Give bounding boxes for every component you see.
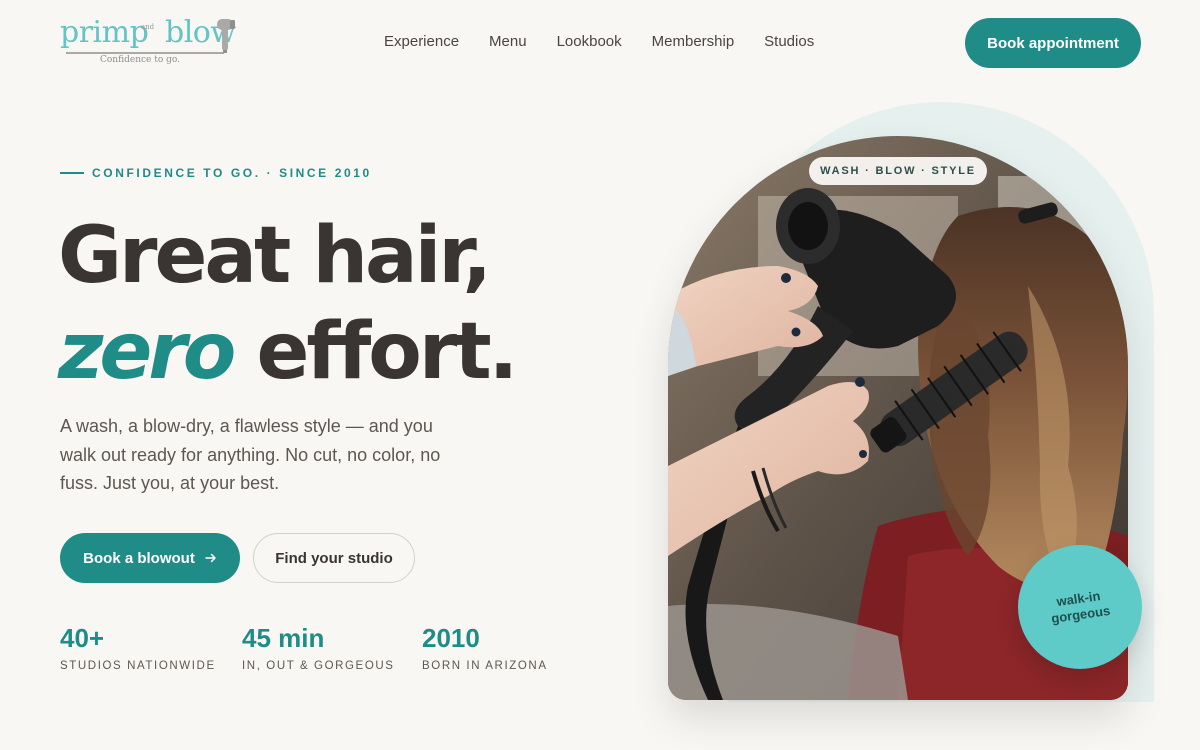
stat-label: BORN IN ARIZONA [422,660,548,672]
main-nav: Experience Menu Lookbook Membership Stud… [384,32,814,52]
nav-membership[interactable]: Membership [652,32,735,52]
eyebrow-text: CONFIDENCE TO GO. · SINCE 2010 [92,166,372,180]
image-tag-pill: WASH · BLOW · STYLE [809,157,987,185]
logo-and: and [141,23,155,31]
hero-subcopy: A wash, a blow-dry, a flawless style — a… [60,416,441,493]
badge-text: walk-in gorgeous [1048,587,1112,627]
headline-line-2: zero effort. [58,304,519,400]
hero-headline: Great hair, zero effort. [58,208,519,400]
logo-primp: primp [60,15,149,50]
headline-rest: effort. [232,307,519,397]
stat-founded: 2010 BORN IN ARIZONA [422,622,548,672]
stat-value: 2010 [422,623,480,653]
stat-label: STUDIOS NATIONWIDE [60,660,216,672]
nav-experience[interactable]: Experience [384,32,459,52]
hair-dryer-icon [217,19,235,53]
hero-eyebrow: CONFIDENCE TO GO. · SINCE 2010 [60,166,372,180]
headline-accent: zero [58,307,236,397]
stat-studios: 40+ STUDIOS NATIONWIDE [60,622,216,672]
nav-lookbook[interactable]: Lookbook [557,32,622,52]
brand-logo[interactable]: primp blow and Confidence to go. [60,15,236,70]
site-header: primp blow and Confidence to go. Experie… [0,0,1200,86]
eyebrow-line [60,172,84,174]
book-blowout-label: Book a blowout [83,549,195,567]
stat-label: IN, OUT & GORGEOUS [242,660,395,672]
walk-in-badge: walk-in gorgeous [1018,545,1142,669]
arrow-right-icon [205,553,216,563]
nav-studios[interactable]: Studios [764,32,814,52]
book-appointment-button[interactable]: Book appointment [965,18,1141,68]
stat-duration: 45 min IN, OUT & GORGEOUS [242,622,395,672]
logo-tagline: Confidence to go. [100,55,180,65]
stat-value: 40+ [60,623,105,653]
find-studio-button[interactable]: Find your studio [253,533,415,583]
logo-underline [66,52,224,54]
book-blowout-button[interactable]: Book a blowout [60,533,240,583]
stat-value: 45 min [242,623,325,653]
headline-line-1: Great hair, [58,211,492,301]
nav-menu[interactable]: Menu [489,32,527,52]
